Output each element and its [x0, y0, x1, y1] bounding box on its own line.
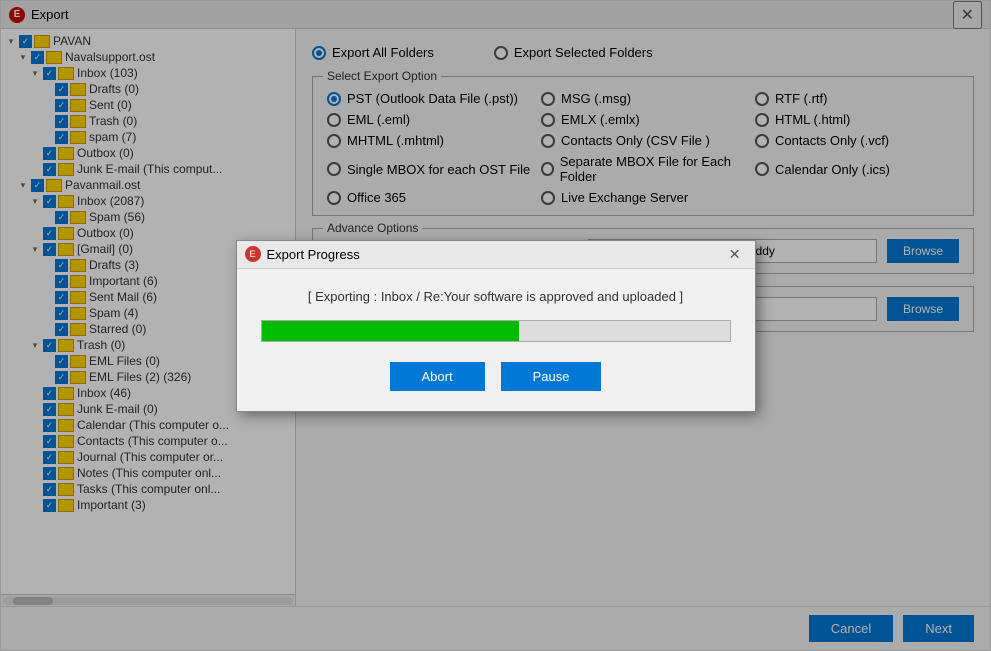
- modal-body: [ Exporting : Inbox / Re:Your software i…: [237, 269, 755, 411]
- modal-overlay: E Export Progress ✕ [ Exporting : Inbox …: [1, 1, 990, 650]
- modal-buttons: Abort Pause: [261, 362, 731, 391]
- modal-close-button[interactable]: ✕: [723, 244, 747, 265]
- pause-button[interactable]: Pause: [501, 362, 602, 391]
- modal-title-bar: E Export Progress ✕: [237, 241, 755, 269]
- modal-title: Export Progress: [267, 247, 360, 262]
- modal-title-left: E Export Progress: [245, 246, 360, 262]
- export-progress-modal: E Export Progress ✕ [ Exporting : Inbox …: [236, 240, 756, 412]
- progress-bar-container: [261, 320, 731, 342]
- main-window: E Export ✕ ▾PAVAN▾Navalsupport.ost▾Inbox…: [0, 0, 991, 651]
- export-status-text: [ Exporting : Inbox / Re:Your software i…: [261, 289, 731, 304]
- abort-button[interactable]: Abort: [390, 362, 485, 391]
- progress-bar-fill: [262, 321, 519, 341]
- modal-icon: E: [245, 246, 261, 262]
